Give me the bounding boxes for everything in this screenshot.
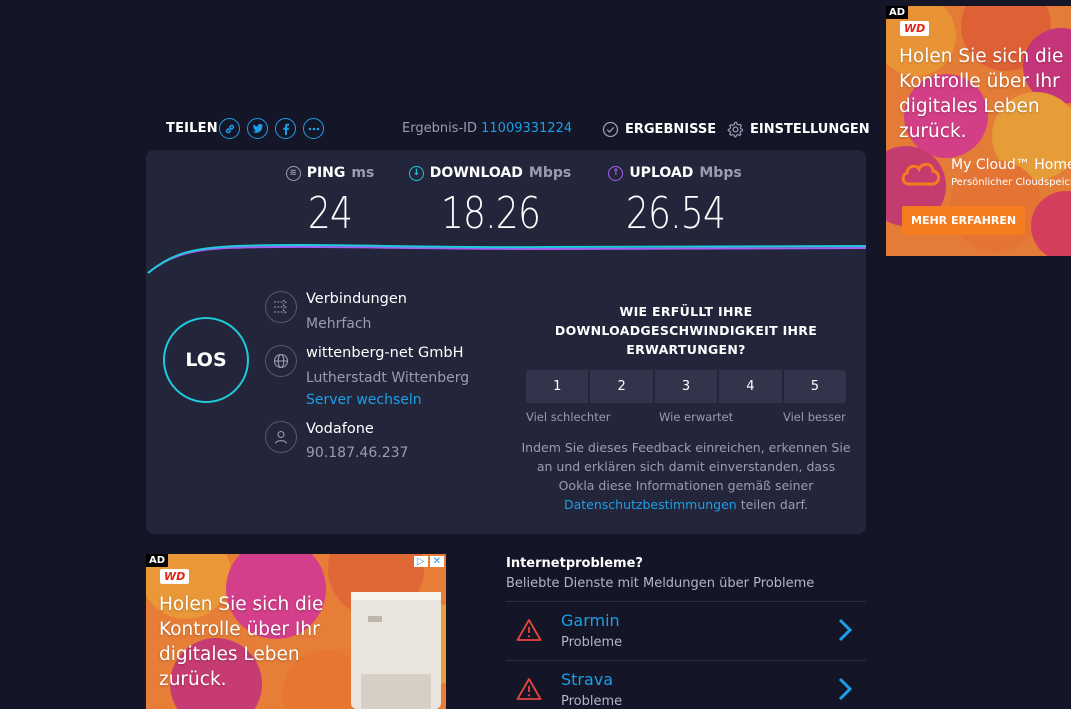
ad-banner-bottom[interactable]: AD WD ▷ ✕ Holen Sie sich die Kontrolle ü… — [146, 554, 446, 709]
upload-unit: Mbps — [699, 165, 742, 181]
server-name: wittenberg-net GmbH — [306, 345, 464, 361]
close-icon[interactable]: ✕ — [429, 556, 444, 567]
ad-headline: Holen Sie sich die Kontrolle über Ihr di… — [899, 46, 1064, 142]
ping-unit: ms — [351, 165, 375, 181]
ping-icon: ≋ — [285, 165, 301, 181]
chevron-right-icon — [838, 677, 852, 701]
ad-product-sub: Persönlicher Cloudspeicher — [951, 177, 1071, 188]
rating-button-4[interactable]: 4 — [719, 370, 782, 403]
go-button[interactable]: LOS — [163, 317, 249, 403]
ad-banner-right[interactable]: AD WD Holen Sie sich die Kontrolle über … — [886, 6, 1071, 256]
internet-problems-title: Internetprobleme? — [506, 556, 643, 571]
cloud-icon — [901, 162, 941, 186]
upload-label: UPLOAD — [629, 165, 694, 181]
rating-label-high: Viel besser — [783, 410, 846, 424]
ping-label: PING — [306, 165, 346, 181]
provider-ip: 90.187.46.237 — [306, 445, 409, 461]
rating-scale: 1 2 3 4 5 — [526, 370, 847, 403]
download-value: 18.26 — [440, 188, 540, 239]
problem-row-strava[interactable]: Strava Probleme — [506, 660, 866, 709]
download-arrow-icon: ↓ — [408, 165, 424, 181]
ping-value: 24 — [307, 188, 353, 239]
gear-icon — [727, 121, 744, 138]
connections-mode[interactable]: Mehrfach — [306, 316, 371, 332]
rating-button-3[interactable]: 3 — [654, 370, 718, 403]
upload-arrow-icon: ↑ — [608, 165, 624, 181]
upload-line — [147, 245, 866, 274]
check-circle-icon — [602, 121, 619, 138]
more-icon[interactable] — [303, 118, 324, 139]
service-name: Strava — [561, 670, 614, 689]
results-label: ERGEBNISSE — [625, 122, 717, 137]
warning-icon — [516, 619, 542, 641]
service-name: Garmin — [561, 611, 620, 630]
rating-button-5[interactable]: 5 — [783, 370, 847, 403]
ad-product-name: My Cloud™ Home — [951, 157, 1071, 173]
wd-logo: WD — [160, 569, 190, 584]
upload-value: 26.54 — [625, 188, 725, 239]
service-status: Probleme — [561, 694, 623, 709]
share-label: TEILEN — [166, 121, 218, 136]
service-status: Probleme — [561, 635, 623, 650]
warning-icon — [516, 678, 542, 700]
wd-logo: WD — [900, 21, 930, 36]
user-icon — [265, 421, 297, 453]
rating-label-low: Viel schlechter — [526, 410, 611, 424]
results-button[interactable]: ERGEBNISSE — [602, 121, 716, 138]
adchoices-icon[interactable]: ▷ — [413, 556, 428, 567]
privacy-policy-link[interactable]: Datenschutzbestimmungen — [564, 497, 737, 512]
disclaimer-text-end: teilen darf. — [740, 497, 809, 512]
ad-badge: AD — [146, 554, 169, 567]
link-icon[interactable] — [219, 118, 240, 139]
connections-title: Verbindungen — [306, 291, 407, 307]
rating-button-2[interactable]: 2 — [590, 370, 653, 403]
feedback-disclaimer: Indem Sie dieses Feedback einreichen, er… — [520, 438, 852, 514]
settings-label: EINSTELLUNGEN — [750, 122, 870, 137]
disclaimer-text: Indem Sie dieses Feedback einreichen, er… — [521, 440, 851, 493]
result-id-link[interactable]: 11009331224 — [481, 121, 572, 136]
globe-icon — [265, 345, 297, 377]
download-label: DOWNLOAD — [429, 165, 523, 181]
settings-button[interactable]: EINSTELLUNGEN — [727, 121, 870, 138]
download-unit: Mbps — [528, 165, 572, 181]
twitter-icon[interactable] — [247, 118, 268, 139]
feedback-question: WIE ERFÜLLT IHRE DOWNLOADGESCHWINDIGKEIT… — [554, 304, 818, 357]
server-location: Lutherstadt Wittenberg — [306, 370, 470, 386]
change-server-link[interactable]: Server wechseln — [306, 392, 422, 408]
internet-problems-subtitle: Beliebte Dienste mit Meldungen über Prob… — [506, 576, 815, 591]
result-id-label: Ergebnis-ID — [402, 121, 477, 136]
rating-label-mid: Wie erwartet — [659, 410, 734, 424]
ad-badge: AD — [886, 6, 909, 19]
upload-metric: ↑ UPLOAD Mbps 26.54 — [604, 164, 746, 239]
connections-icon — [265, 291, 297, 323]
provider-name: Vodafone — [306, 421, 374, 437]
facebook-icon[interactable] — [275, 118, 296, 139]
result-id-row: Ergebnis-ID 11009331224 — [402, 121, 572, 136]
chevron-right-icon — [838, 618, 852, 642]
speed-graph — [147, 244, 866, 274]
problem-row-garmin[interactable]: Garmin Probleme — [506, 601, 866, 660]
ad-headline: Holen Sie sich die Kontrolle über Ihr di… — [159, 594, 324, 690]
ad-cta-button[interactable]: MEHR ERFAHREN — [902, 206, 1026, 235]
rating-button-1[interactable]: 1 — [526, 370, 589, 403]
download-metric: ↓ DOWNLOAD Mbps 18.26 — [406, 164, 574, 239]
ping-metric: ≋ PING ms 24 — [284, 164, 376, 239]
ad-choices[interactable]: ▷ ✕ — [413, 556, 444, 567]
